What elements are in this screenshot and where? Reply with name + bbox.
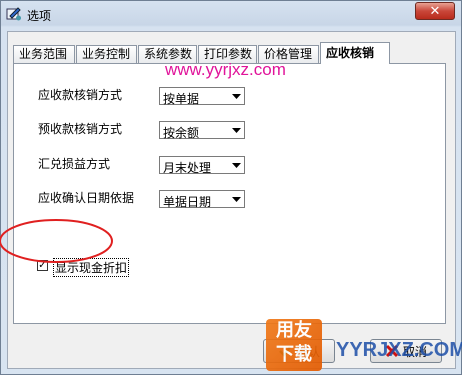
writeoff-method-select[interactable]: 按单据 [159,87,245,106]
tab-receivable-writeoff[interactable]: 应收核销 [320,42,390,64]
close-button[interactable]: ✕ [415,2,455,20]
tab-business-control[interactable]: 业务控制 [76,45,137,63]
exchange-gainloss-label: 汇兑损益方式 [38,157,111,171]
dropdown-arrow-icon [229,157,244,173]
prepayment-method-value: 按余额 [163,126,200,140]
dialog-body: 业务范围 业务控制 系统参数 打印参数 价格管理 应收核销 www.yyrjxz… [7,31,456,369]
title-bar[interactable]: 选项 ✕ [1,1,461,27]
window-title: 选项 [27,9,52,23]
confirm-date-basis-select[interactable]: 单据日期 [159,190,245,209]
prepayment-method-label: 预收款核销方式 [38,122,123,136]
writeoff-method-value: 按单据 [163,92,200,106]
dropdown-arrow-icon [229,122,244,138]
annotation-circle [0,219,113,263]
watermark-brand-text: YYRJXZ.COM [336,339,462,361]
exchange-gainloss-value: 月末处理 [163,161,212,175]
watermark-url: www.yyrjxz.com [165,60,286,79]
dropdown-arrow-icon [229,88,244,104]
tab-panel-receivable-writeoff: www.yyrjxz.com 应收款核销方式 按单据 预收款核销方式 按余额 汇… [13,60,446,324]
tab-business-scope[interactable]: 业务范围 [13,45,75,63]
app-icon [6,7,21,21]
watermark-logo: 用友 下载 [266,319,322,371]
close-icon: ✕ [429,4,441,19]
dropdown-arrow-icon [229,191,244,207]
confirm-date-basis-label: 应收确认日期依据 [38,191,135,205]
exchange-gainloss-select[interactable]: 月末处理 [159,156,245,175]
options-dialog: 选项 ✕ 业务范围 业务控制 系统参数 打印参数 价格管理 应收核销 www.y… [0,0,462,375]
writeoff-method-label: 应收款核销方式 [38,88,123,102]
prepayment-method-select[interactable]: 按余额 [159,121,245,140]
confirm-date-basis-value: 单据日期 [163,195,212,209]
